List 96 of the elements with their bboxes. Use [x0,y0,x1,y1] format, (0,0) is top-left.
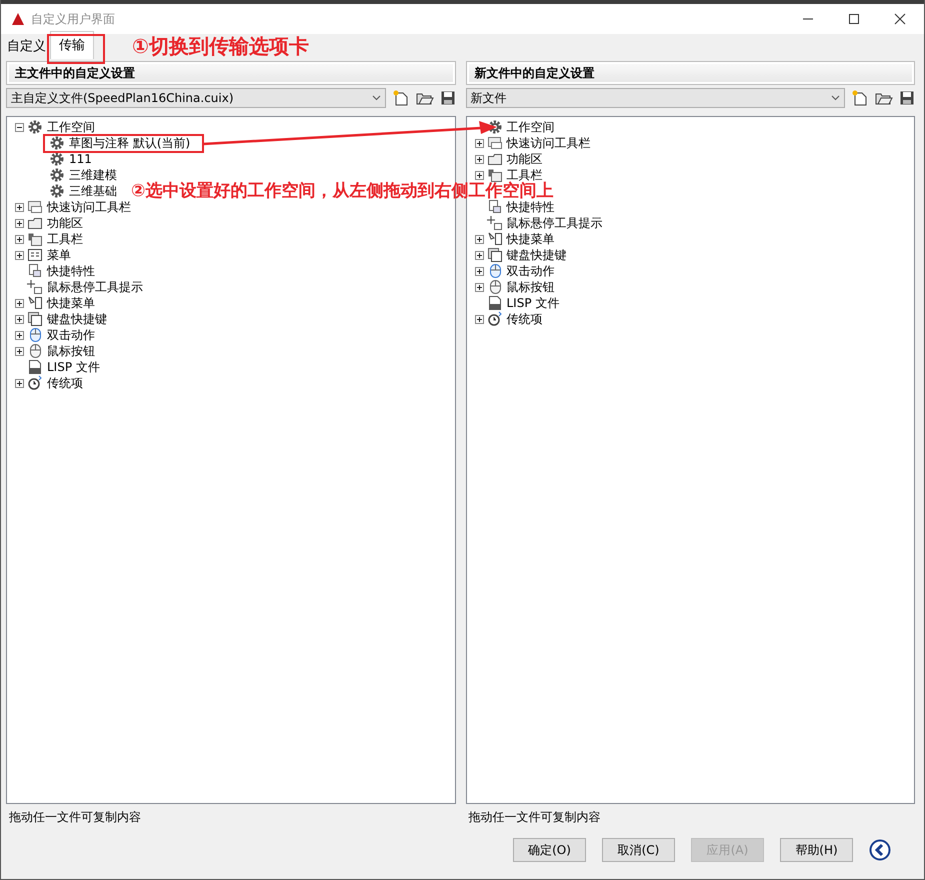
annotation-text: ②选中设置好的工作空间，从左侧拖动到右侧工作空间上 [131,183,554,199]
gears-icon [27,119,43,135]
tooltip-icon [27,279,43,295]
expander-icon[interactable] [15,314,24,324]
tree-item[interactable]: LISP 文件 [506,294,560,312]
tree-item[interactable]: 功能区 [47,214,83,232]
expander-icon[interactable] [15,218,24,228]
annotation-text: ①切换到传输选项卡 [132,33,309,60]
tree-item[interactable]: 快速访问工具栏 [506,134,590,152]
expander-icon[interactable] [474,250,484,260]
clock-icon [486,311,502,327]
tree-item[interactable]: 111 [69,152,92,166]
save-icon[interactable] [899,90,915,106]
tree-item[interactable]: 快速访问工具栏 [47,198,131,216]
tree-item[interactable]: 快捷特性 [506,198,554,216]
expander-icon[interactable] [15,378,24,388]
caret-icon[interactable] [831,95,840,101]
tree-item[interactable]: 双击动作 [506,262,554,280]
mouse-icon [27,343,43,359]
folder-icon [27,215,43,231]
save-icon[interactable] [440,90,456,106]
gear-icon [49,151,65,167]
tree-item[interactable]: 鼠标按钮 [506,278,554,296]
properties-icon [27,263,43,279]
tree-item[interactable]: 传统项 [506,310,542,328]
collapse-icon[interactable] [869,839,891,861]
tree-item[interactable]: 快捷菜单 [47,294,95,312]
properties-icon [486,199,502,215]
clock-icon [27,375,43,391]
file-dropdown[interactable]: 新文件 [466,88,845,108]
folder-icon [486,151,502,167]
expander-icon[interactable] [474,266,484,276]
dialog-button[interactable]: 取消(C) [602,838,675,862]
cursor-menu-icon [486,231,502,247]
panel-header: 主文件中的自定义设置 [6,61,456,85]
toolbar-icon [27,231,43,247]
new-file-icon[interactable] [851,90,869,106]
expander-icon[interactable] [15,122,24,132]
tab[interactable]: 传输 [50,31,94,59]
expander-icon[interactable] [474,154,484,164]
tree-item[interactable]: 菜单 [47,246,71,264]
tree-item[interactable]: 工作空间 [47,118,95,136]
gear-icon [49,183,65,199]
dialog-button[interactable]: 确定(O) [513,838,586,862]
gear-icon [49,135,65,151]
status-text: 拖动任一文件可复制内容 [468,809,602,826]
tree-item[interactable]: 三维建模 [69,166,117,184]
tree-item[interactable]: 工作空间 [506,118,554,136]
status-text: 拖动任一文件可复制内容 [8,809,142,826]
caret-icon[interactable] [372,95,380,101]
window-icon [486,135,502,151]
tooltip-icon [486,215,502,231]
tab[interactable]: 自定义 [5,35,50,59]
tree-item[interactable]: 草图与注释 默认(当前) [69,134,190,152]
expander-icon[interactable] [15,346,24,356]
tree-item[interactable]: 键盘快捷键 [506,246,566,264]
tree-item[interactable]: 快捷菜单 [506,230,554,248]
tree-item[interactable]: 三维基础 [69,182,117,200]
app-logo-icon [11,12,25,26]
tree-item[interactable]: 鼠标悬停工具提示 [47,278,143,296]
cursor-menu-icon [27,295,43,311]
expander-icon[interactable] [15,330,24,340]
tree-item[interactable]: 传统项 [47,374,83,392]
tree-item[interactable]: 鼠标悬停工具提示 [506,214,602,232]
menu-icon [27,247,43,263]
close-icon[interactable] [894,13,906,25]
tree-item[interactable]: 鼠标按钮 [47,342,95,360]
file-icon [486,295,502,311]
gears-icon [486,119,502,135]
dialog-button[interactable]: 帮助(H) [780,838,853,862]
tree-item[interactable]: 工具栏 [47,230,83,248]
expander-icon[interactable] [15,234,24,244]
new-file-icon[interactable] [392,90,410,106]
tree-item[interactable]: 键盘快捷键 [47,310,107,328]
expander-icon[interactable] [15,250,24,260]
file-icon [27,359,43,375]
gear-icon [49,167,65,183]
expander-icon[interactable] [474,282,484,292]
expander-icon[interactable] [474,138,484,148]
expander-icon[interactable] [474,170,484,180]
mouse-icon [27,327,43,343]
tree-item[interactable]: 双击动作 [47,326,95,344]
toolbar-icon [486,167,502,183]
maximize-icon[interactable] [848,13,860,25]
panel-header: 新文件中的自定义设置 [466,61,915,85]
tree-item[interactable]: 功能区 [506,150,542,168]
window-title: 自定义用户界面 [31,10,115,28]
tree-item[interactable]: 快捷特性 [47,262,95,280]
expander-icon[interactable] [15,298,24,308]
expander-icon[interactable] [474,314,484,324]
file-dropdown[interactable]: 主自定义文件(SpeedPlan16China.cuix) [6,88,386,108]
window-icon [27,199,43,215]
expander-icon[interactable] [474,234,484,244]
highlight-frame [47,34,105,64]
expander-icon[interactable] [15,202,24,212]
tree-item[interactable]: LISP 文件 [47,358,100,376]
